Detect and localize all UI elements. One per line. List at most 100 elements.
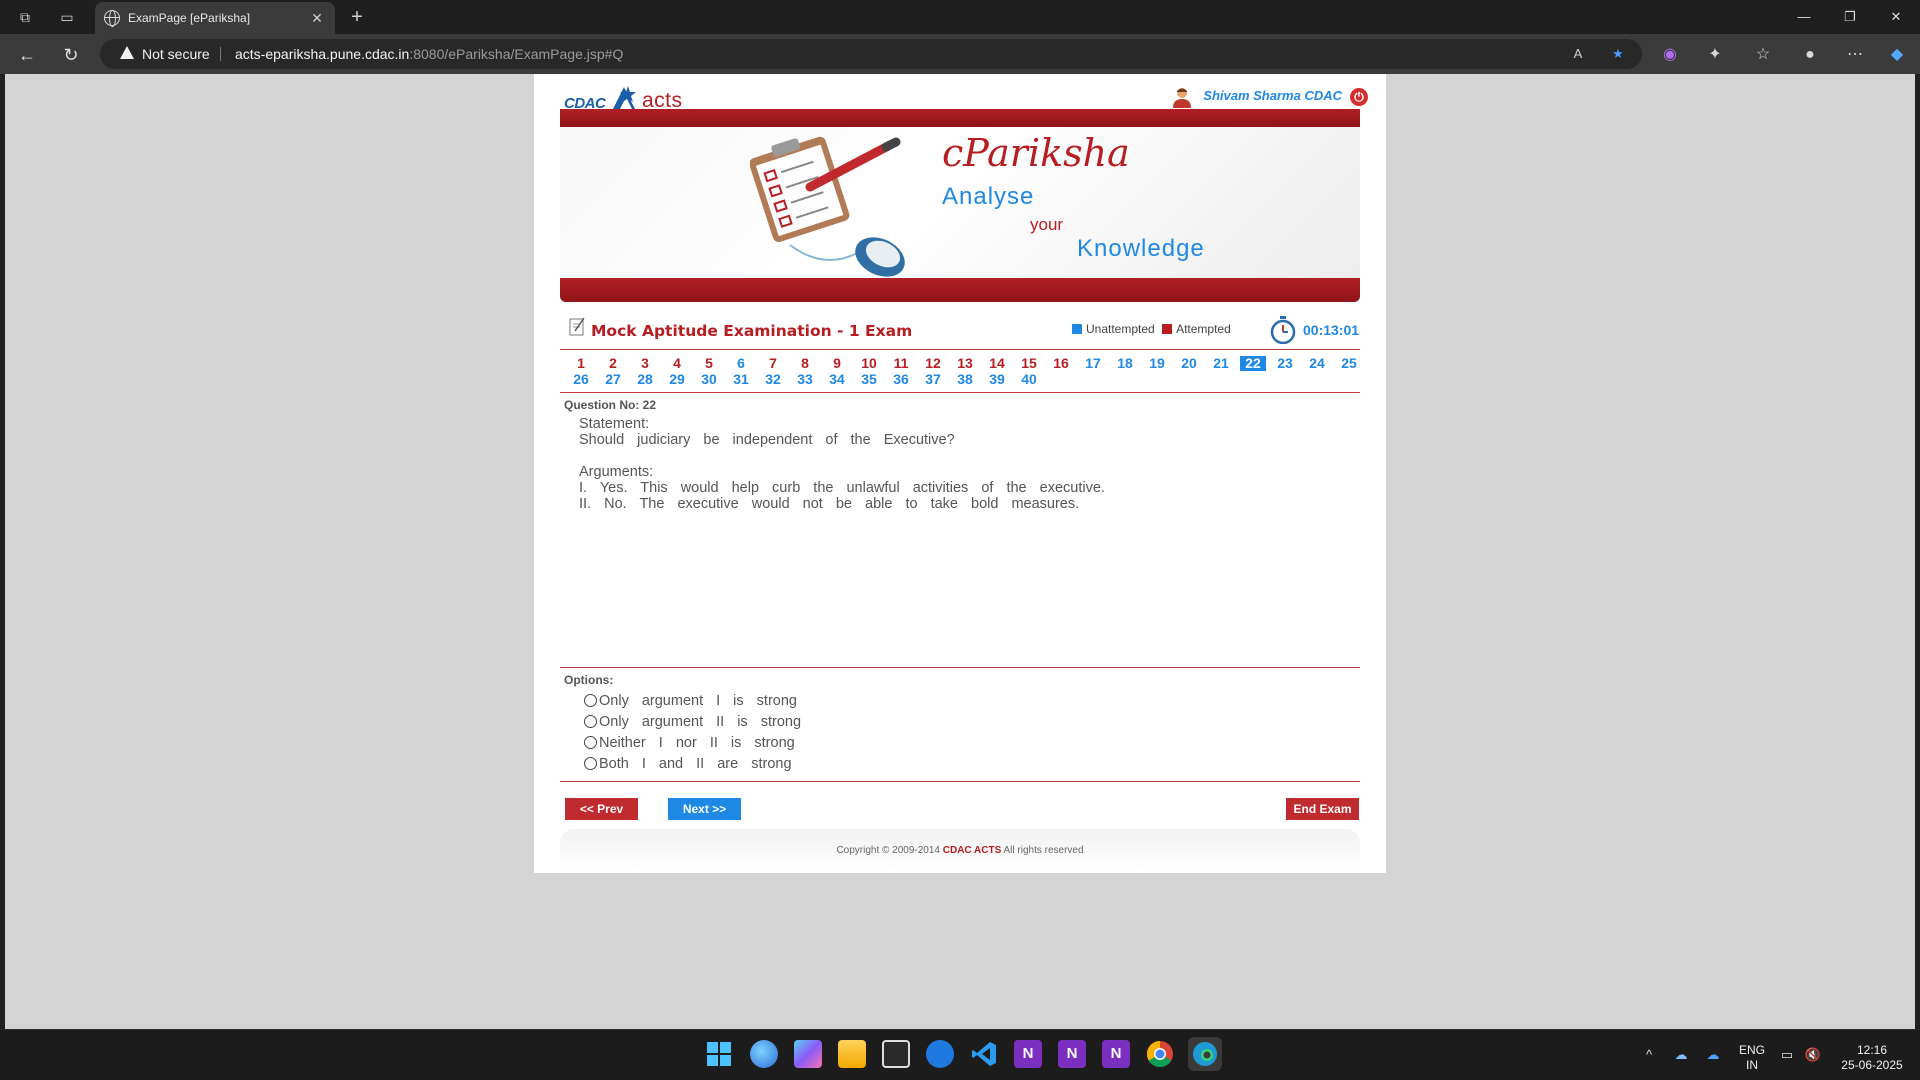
question-nav-item-11[interactable]: 11 [888, 356, 914, 371]
question-nav-item-7[interactable]: 7 [760, 356, 786, 371]
refresh-button[interactable]: ↻ [58, 42, 84, 68]
question-nav-item-38[interactable]: 38 [952, 372, 978, 387]
question-nav-item-24[interactable]: 24 [1304, 356, 1330, 371]
profile-icon[interactable]: ● [1797, 42, 1823, 68]
question-nav-item-14[interactable]: 14 [984, 356, 1010, 371]
onedrive-icon[interactable]: ☁ [1704, 1046, 1722, 1064]
security-tray-icon[interactable]: ☁ [1672, 1046, 1690, 1064]
read-aloud-icon[interactable]: A [1568, 44, 1588, 64]
copyright-brand[interactable]: CDAC ACTS [943, 845, 1002, 856]
option-2-label[interactable]: Only argument II is strong [599, 714, 801, 730]
microsoft-store-icon[interactable] [882, 1040, 910, 1068]
tab-actions-icon[interactable]: ▭ [56, 6, 78, 28]
url-text[interactable]: acts-epariksha.pune.cdac.in:8080/ePariks… [235, 39, 623, 69]
more-menu-icon[interactable]: ⋯ [1842, 42, 1868, 68]
favorites-icon[interactable]: ☆ [1750, 42, 1776, 68]
question-nav-item-12[interactable]: 12 [920, 356, 946, 371]
close-tab-icon[interactable]: ✕ [307, 8, 327, 28]
network-icon[interactable]: ▭ [1778, 1046, 1796, 1064]
extensions-icon[interactable]: ✦ [1702, 42, 1728, 68]
restore-button[interactable]: ❐ [1827, 0, 1873, 34]
warning-icon [120, 46, 134, 59]
chrome-icon[interactable] [1146, 1040, 1174, 1068]
question-nav-item-4[interactable]: 4 [664, 356, 690, 371]
question-nav-item-35[interactable]: 35 [856, 372, 882, 387]
question-nav-item-31[interactable]: 31 [728, 372, 754, 387]
question-nav-item-8[interactable]: 8 [792, 356, 818, 371]
back-button[interactable]: ← [14, 42, 40, 68]
question-nav-item-22[interactable]: 22 [1240, 356, 1266, 371]
question-nav-item-23[interactable]: 23 [1272, 356, 1298, 371]
question-nav-item-15[interactable]: 15 [1016, 356, 1042, 371]
close-window-button[interactable]: ✕ [1873, 0, 1919, 34]
question-nav-item-36[interactable]: 36 [888, 372, 914, 387]
question-nav-item-27[interactable]: 27 [600, 372, 626, 387]
question-nav-item-32[interactable]: 32 [760, 372, 786, 387]
option-3[interactable]: Neither I nor II is strong [584, 735, 795, 751]
vscode-icon[interactable] [970, 1040, 998, 1068]
option-3-radio[interactable] [584, 736, 597, 749]
m365-app-icon[interactable] [794, 1040, 822, 1068]
security-label[interactable]: Not secure [142, 39, 210, 69]
question-nav-item-39[interactable]: 39 [984, 372, 1010, 387]
question-navigator: 1 2 3 4 5 6 7 8 9 10 11 12 13 14 15 16 17 18 19 20 21 22 23 24 2… [560, 349, 1360, 389]
address-bar[interactable]: Not secure acts-epariksha.pune.cdac.in:8… [100, 39, 1642, 69]
question-nav-item-28[interactable]: 28 [632, 372, 658, 387]
question-nav-item-1[interactable]: 1 [568, 356, 594, 371]
clock[interactable]: 12:16 25-06-2025 [1832, 1043, 1912, 1073]
option-2-radio[interactable] [584, 715, 597, 728]
question-nav-item-21[interactable]: 21 [1208, 356, 1234, 371]
new-tab-button[interactable]: + [345, 5, 369, 29]
copilot-extension-icon[interactable]: ◉ [1657, 42, 1683, 68]
edge-active-tile[interactable] [1188, 1037, 1222, 1071]
speedtest-app-icon[interactable] [926, 1040, 954, 1068]
question-nav-item-18[interactable]: 18 [1112, 356, 1138, 371]
tray-chevron-icon[interactable]: ^ [1640, 1046, 1658, 1064]
option-2[interactable]: Only argument II is strong [584, 714, 801, 730]
copilot-app-icon[interactable] [750, 1040, 778, 1068]
option-4-label[interactable]: Both I and II are strong [599, 756, 792, 772]
question-nav-item-26[interactable]: 26 [568, 372, 594, 387]
onenote-icon-3[interactable]: N [1102, 1040, 1130, 1068]
copilot-icon[interactable]: ◆ [1884, 42, 1910, 68]
question-nav-item-6[interactable]: 6 [728, 356, 754, 371]
option-1[interactable]: Only argument I is strong [584, 693, 797, 709]
option-3-label[interactable]: Neither I nor II is strong [599, 735, 795, 751]
end-exam-button[interactable]: End Exam [1286, 798, 1359, 820]
prev-button[interactable]: << Prev [565, 798, 638, 820]
question-nav-item-9[interactable]: 9 [824, 356, 850, 371]
question-nav-item-2[interactable]: 2 [600, 356, 626, 371]
minimize-button[interactable]: — [1781, 0, 1827, 34]
question-nav-item-29[interactable]: 29 [664, 372, 690, 387]
language-indicator[interactable]: ENG IN [1735, 1043, 1769, 1073]
question-nav-item-37[interactable]: 37 [920, 372, 946, 387]
option-4[interactable]: Both I and II are strong [584, 756, 792, 772]
windows-start-icon[interactable] [705, 1040, 733, 1068]
browser-tab[interactable]: ExamPage [ePariksha] ✕ [95, 2, 335, 34]
question-nav-item-16[interactable]: 16 [1048, 356, 1074, 371]
volume-muted-icon[interactable]: 🔇 [1804, 1046, 1822, 1064]
logout-power-icon[interactable]: ⏻ [1350, 88, 1368, 106]
workspaces-icon[interactable]: ⧉ [14, 6, 36, 28]
question-nav-item-10[interactable]: 10 [856, 356, 882, 371]
question-nav-item-33[interactable]: 33 [792, 372, 818, 387]
question-nav-item-34[interactable]: 34 [824, 372, 850, 387]
question-nav-item-17[interactable]: 17 [1080, 356, 1106, 371]
onenote-icon-1[interactable]: N [1014, 1040, 1042, 1068]
onenote-icon-2[interactable]: N [1058, 1040, 1086, 1068]
question-nav-item-40[interactable]: 40 [1016, 372, 1042, 387]
question-nav-item-3[interactable]: 3 [632, 356, 658, 371]
next-button[interactable]: Next >> [668, 798, 741, 820]
option-1-label[interactable]: Only argument I is strong [599, 693, 797, 709]
globe-icon [104, 10, 120, 27]
question-nav-item-20[interactable]: 20 [1176, 356, 1202, 371]
file-explorer-icon[interactable] [838, 1040, 866, 1068]
question-nav-item-13[interactable]: 13 [952, 356, 978, 371]
option-4-radio[interactable] [584, 757, 597, 770]
question-nav-item-5[interactable]: 5 [696, 356, 722, 371]
favorite-star-icon[interactable]: ★ [1608, 44, 1628, 64]
question-nav-item-19[interactable]: 19 [1144, 356, 1170, 371]
question-nav-item-25[interactable]: 25 [1336, 356, 1362, 371]
option-1-radio[interactable] [584, 694, 597, 707]
question-nav-item-30[interactable]: 30 [696, 372, 722, 387]
